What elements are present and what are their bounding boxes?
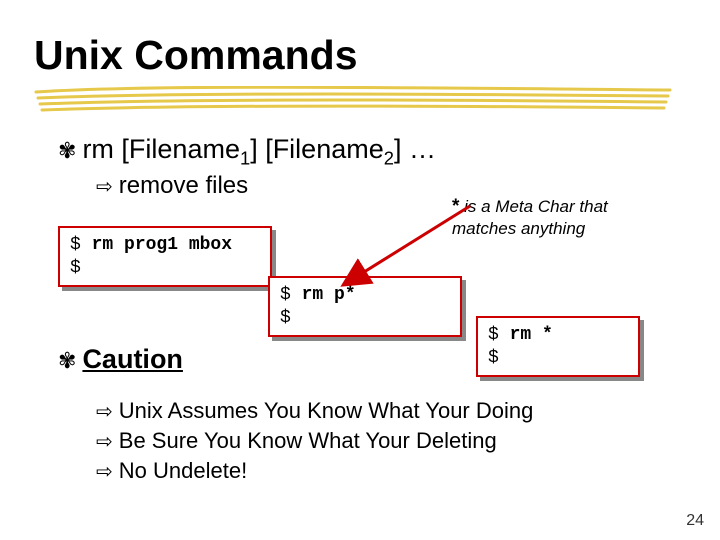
bullet-caution-2: ⇨ Be Sure You Know What Your Deleting [96,428,497,454]
prompt: $ [488,348,499,368]
slide: Unix Commands ✾ rm [Filename1] [Filename… [0,0,720,540]
note-text: is a Meta Char that matches anything [452,197,608,238]
remove-files-text: remove files [119,172,248,200]
bullet-marker-y: ⇨ [96,432,113,452]
bullet-remove-files: ⇨ remove files [96,172,248,200]
code-box-1: $ rm prog1 mbox $ [58,226,272,287]
rm-syntax-text: rm [Filename1] [Filename2] … [82,134,436,165]
prompt: $ [70,258,81,278]
cmd-sub1: 1 [240,147,250,168]
bullet-caution-3: ⇨ No Undelete! [96,458,247,484]
caution-2-text: Be Sure You Know What Your Deleting [119,428,497,454]
bullet-rm-syntax: ✾ rm [Filename1] [Filename2] … [58,134,436,165]
cmd-post: ] … [394,134,436,164]
bullet-marker-z: ✾ [58,350,76,372]
bullet-marker-y: ⇨ [96,462,113,482]
caution-text: Caution [82,344,183,375]
prompt: $ [488,325,510,345]
bullet-marker-y: ⇨ [96,177,113,197]
prompt: $ [280,308,291,328]
cmd-sub2: 2 [384,147,394,168]
code1-cmd: rm prog1 mbox [92,235,232,255]
prompt: $ [280,285,302,305]
prompt: $ [70,235,92,255]
code2-cmd: rm p* [302,285,356,305]
code-box-3: $ rm * $ [476,316,640,377]
code-box-2: $ rm p* $ [268,276,462,337]
cmd-mid: ] [Filename [250,134,384,164]
caution-3-text: No Undelete! [119,458,247,484]
meta-char-note: * is a Meta Char that matches anything [452,196,652,239]
title-underline-scribble [34,86,674,114]
cmd-pre: rm [Filename [82,134,240,164]
bullet-caution: ✾ Caution [58,344,183,375]
slide-title: Unix Commands [34,32,358,79]
caution-1-text: Unix Assumes You Know What Your Doing [119,398,534,424]
bullet-caution-1: ⇨ Unix Assumes You Know What Your Doing [96,398,533,424]
page-number: 24 [686,512,704,530]
bullet-marker-z: ✾ [58,140,76,162]
bullet-marker-y: ⇨ [96,402,113,422]
code3-cmd: rm * [510,325,553,345]
